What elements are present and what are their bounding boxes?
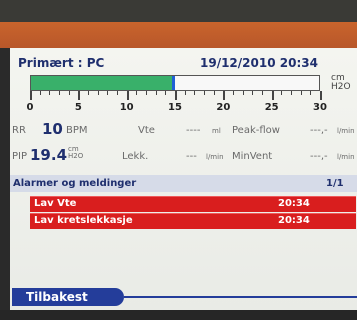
ventilation-mode: Primært : PC	[18, 56, 105, 70]
scale-tick-label: 10	[119, 102, 134, 113]
scale-tick	[223, 91, 226, 100]
pressure-bar-fill	[31, 76, 175, 90]
minvent-value: ---,-	[310, 151, 328, 162]
scale-tick	[233, 91, 234, 95]
lekk-unit: l/min	[206, 153, 224, 161]
lekk-value: ---	[186, 151, 197, 162]
scale-tick	[78, 91, 81, 100]
scale-tick	[213, 91, 215, 95]
scale-tick	[155, 91, 157, 95]
scale-tick	[59, 91, 60, 95]
scale-tick	[126, 91, 129, 100]
scale-tick	[165, 91, 167, 95]
alarm-time: 20:34	[278, 215, 310, 226]
device-bezel-bottom	[0, 310, 357, 320]
pip-value: 19.4	[30, 146, 68, 164]
scale-tick	[320, 91, 322, 100]
peakflow-unit: l/min	[337, 127, 355, 135]
pip-unit: cm H2O	[68, 146, 83, 160]
scale-tick-label: 30	[313, 102, 327, 113]
scale-tick	[271, 91, 274, 100]
alarm-item[interactable]: Lav Vte 20:34	[30, 196, 356, 212]
scale-tick	[88, 91, 89, 95]
pressure-scale-ticks	[30, 91, 322, 101]
scale-tick-label: 25	[264, 102, 279, 113]
vte-value: ----	[186, 125, 201, 136]
pip-label: PIP	[12, 151, 28, 162]
footer-divider	[124, 296, 357, 298]
readings-row-1: RR 10 BPM Vte ---- ml Peak-flow ---,- l/…	[10, 118, 357, 138]
peakflow-label: Peak-flow	[232, 125, 280, 136]
scale-tick	[194, 91, 196, 95]
alarm-indicator-band	[0, 22, 357, 48]
minvent-label: MinVent	[232, 151, 273, 162]
scale-tick	[281, 91, 283, 95]
minvent-unit: l/min	[337, 153, 355, 161]
scale-tick-label: 5	[74, 102, 82, 113]
alarm-label: Lav kretslekkasje	[34, 215, 133, 226]
alarm-item[interactable]: Lav kretslekkasje 20:34	[30, 213, 356, 229]
ventilator-screen: Primært : PC 19/12/2010 20:34 cm H2O 051…	[10, 48, 357, 310]
pressure-scale-labels: 0 5 10 15 20 25 30	[26, 102, 327, 114]
reset-button[interactable]: Tilbakest	[12, 288, 124, 306]
alarm-label: Lav Vte	[34, 198, 77, 209]
scale-tick	[175, 91, 177, 100]
scale-tick	[300, 91, 302, 95]
alarm-list-title: Alarmer og meldinger	[13, 178, 137, 189]
reset-button-label: Tilbakest	[26, 290, 88, 304]
device-bezel-top	[0, 0, 357, 22]
scale-tick	[146, 91, 147, 95]
readings-row-2: PIP 19.4 cm H2O Lekk. --- l/min MinVent …	[10, 144, 357, 165]
date-time: 19/12/2010 20:34	[200, 56, 318, 70]
rr-value: 10	[42, 120, 63, 138]
scale-tick	[262, 91, 263, 95]
vte-label: Vte	[138, 125, 155, 136]
scale-tick	[310, 91, 312, 95]
scale-tick	[107, 91, 109, 95]
scale-tick	[136, 91, 138, 95]
alarm-list-header: Alarmer og meldinger 1/1	[10, 175, 357, 192]
scale-tick	[30, 91, 32, 100]
scale-tick	[39, 91, 41, 95]
scale-tick	[204, 91, 205, 95]
scale-tick	[291, 91, 292, 95]
scale-tick-label: 0	[26, 102, 34, 113]
scale-tick	[49, 91, 51, 95]
pressure-unit-bottom: H2O	[331, 82, 351, 92]
scale-tick	[68, 91, 70, 95]
pressure-bar	[30, 75, 320, 91]
rr-label: RR	[12, 125, 26, 136]
scale-tick-label: 20	[216, 102, 231, 113]
alarm-page-indicator: 1/1	[326, 178, 344, 189]
scale-tick	[97, 91, 99, 95]
rr-unit: BPM	[66, 125, 88, 136]
vte-unit: ml	[212, 127, 221, 135]
alarm-time: 20:34	[278, 198, 310, 209]
scale-tick-label: 15	[168, 102, 182, 113]
pip-unit-bottom: H2O	[68, 152, 84, 160]
scale-tick	[252, 91, 254, 95]
scale-tick	[242, 91, 244, 95]
peakflow-value: ---,-	[310, 125, 328, 136]
lekk-label: Lekk.	[122, 151, 149, 162]
pressure-unit: cm H2O	[331, 74, 351, 92]
scale-tick	[117, 91, 118, 95]
scale-tick	[184, 91, 186, 95]
